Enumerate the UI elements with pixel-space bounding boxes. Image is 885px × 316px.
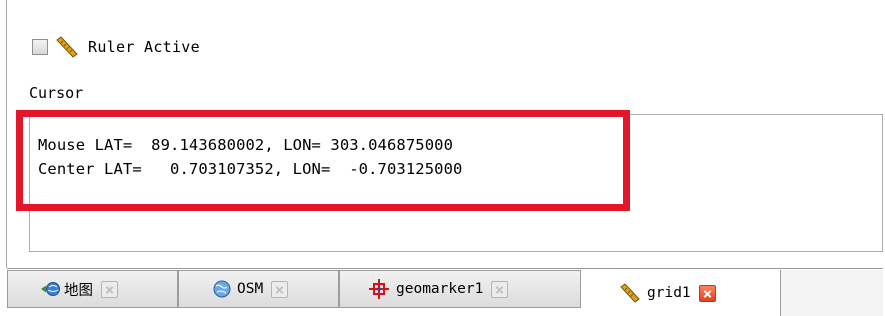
center-coordinates: Center LAT= 0.703107352, LON= -0.7031250… (38, 160, 463, 178)
ruler-active-checkbox[interactable] (32, 39, 48, 55)
mouse-coordinates: Mouse LAT= 89.143680002, LON= 303.046875… (38, 136, 453, 154)
cursor-heading: Cursor (29, 84, 84, 102)
panel-left-border (6, 0, 7, 268)
tab-geomarker1[interactable]: geomarker1 (339, 270, 581, 308)
tab-grid1-label: grid1 (647, 285, 691, 301)
tab-geomarker1-label: geomarker1 (396, 281, 484, 297)
tab-osm-label: OSM (237, 281, 264, 297)
ruler-toggle[interactable]: Ruler Active (32, 34, 200, 60)
ruler-active-label: Ruler Active (88, 38, 200, 56)
crosshair-icon (369, 279, 389, 299)
tab-osm[interactable]: OSM (178, 270, 339, 308)
globe-icon (213, 280, 231, 298)
tab-map[interactable]: 地图 (7, 270, 178, 308)
tab-bar-filler (780, 270, 883, 316)
ruler-icon (56, 36, 78, 58)
tab-grid1[interactable]: grid1 (581, 270, 780, 316)
ruler-icon (620, 283, 640, 303)
close-icon[interactable] (101, 280, 118, 298)
close-icon[interactable] (698, 284, 716, 302)
tab-map-label: 地图 (64, 282, 93, 299)
close-icon[interactable] (271, 280, 289, 298)
close-icon[interactable] (491, 280, 509, 298)
globe-arrow-icon (41, 282, 60, 296)
tab-bar-border (7, 268, 883, 269)
